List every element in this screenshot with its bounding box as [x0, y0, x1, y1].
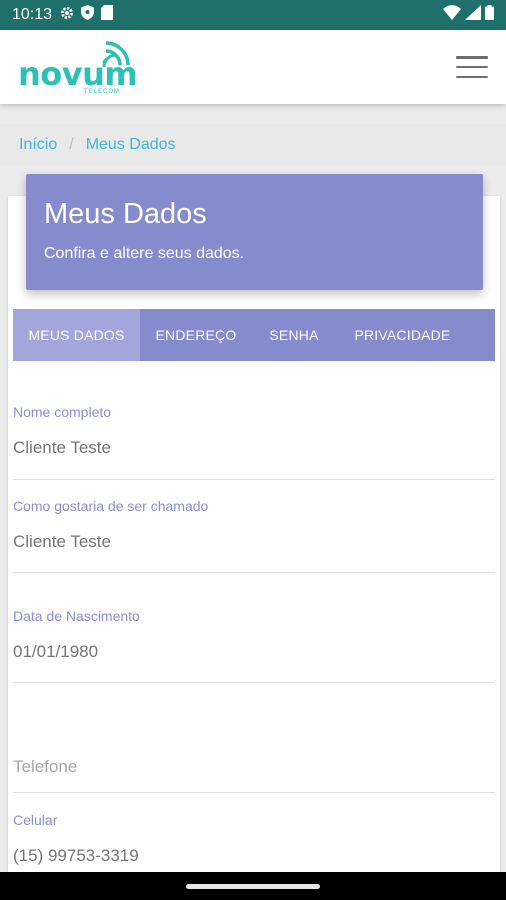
mobile-input[interactable]: (15) 99753-3319 — [13, 846, 495, 866]
birth-date-label: Data de Nascimento — [13, 608, 140, 624]
app-header: novum TELECOM — [0, 30, 506, 104]
nickname-field[interactable]: Como gostaria de ser chamado Cliente Tes… — [13, 498, 495, 573]
profile-tabs: MEUS DADOS ENDEREÇO SENHA PRIVACIDADE — [13, 309, 495, 361]
mobile-label: Celular — [13, 812, 58, 828]
home-gesture-handle[interactable] — [186, 883, 320, 889]
mobile-field[interactable]: Celular (15) 99753-3319 — [13, 812, 495, 872]
phone-input[interactable]: Telefone — [13, 757, 495, 777]
page-hero: Meus Dados Confira e altere seus dados. — [26, 174, 483, 290]
tab-privacidade[interactable]: PRIVACIDADE — [336, 309, 469, 361]
status-bar: 10:13 — [0, 0, 506, 30]
shield-icon — [81, 5, 95, 25]
tab-meus-dados[interactable]: MEUS DADOS — [13, 309, 140, 361]
sd-card-icon — [101, 5, 114, 25]
breadcrumb: Início / Meus Dados — [0, 124, 506, 166]
tab-senha[interactable]: SENHA — [252, 309, 336, 361]
page-subtitle: Confira e altere seus dados. — [44, 245, 245, 262]
status-time: 10:13 — [12, 6, 53, 23]
nickname-label: Como gostaria de ser chamado — [13, 498, 209, 514]
birth-date-field[interactable]: Data de Nascimento 01/01/1980 — [13, 608, 495, 683]
logo-wordmark: novum — [18, 55, 138, 93]
full-name-input[interactable]: Cliente Teste — [13, 438, 495, 458]
full-name-field[interactable]: Nome completo Cliente Teste — [13, 404, 495, 480]
breadcrumb-separator: / — [69, 136, 74, 153]
battery-icon — [485, 5, 494, 25]
novum-logo[interactable]: novum TELECOM — [18, 37, 138, 97]
page-title: Meus Dados — [44, 198, 207, 230]
phone-field[interactable]: Telefone — [13, 757, 495, 793]
logo-subtext: TELECOM — [84, 89, 121, 95]
tab-endereco[interactable]: ENDEREÇO — [140, 309, 252, 361]
breadcrumb-home-link[interactable]: Início — [19, 136, 57, 154]
nickname-input[interactable]: Cliente Teste — [13, 532, 495, 552]
hamburger-menu-icon[interactable] — [456, 56, 488, 78]
birth-date-input[interactable]: 01/01/1980 — [13, 642, 495, 662]
signal-icon — [465, 5, 481, 25]
gear-icon — [60, 6, 74, 25]
breadcrumb-current-link[interactable]: Meus Dados — [86, 136, 176, 154]
wifi-icon — [443, 5, 461, 25]
system-nav-bar — [0, 872, 506, 900]
full-name-label: Nome completo — [13, 404, 112, 420]
